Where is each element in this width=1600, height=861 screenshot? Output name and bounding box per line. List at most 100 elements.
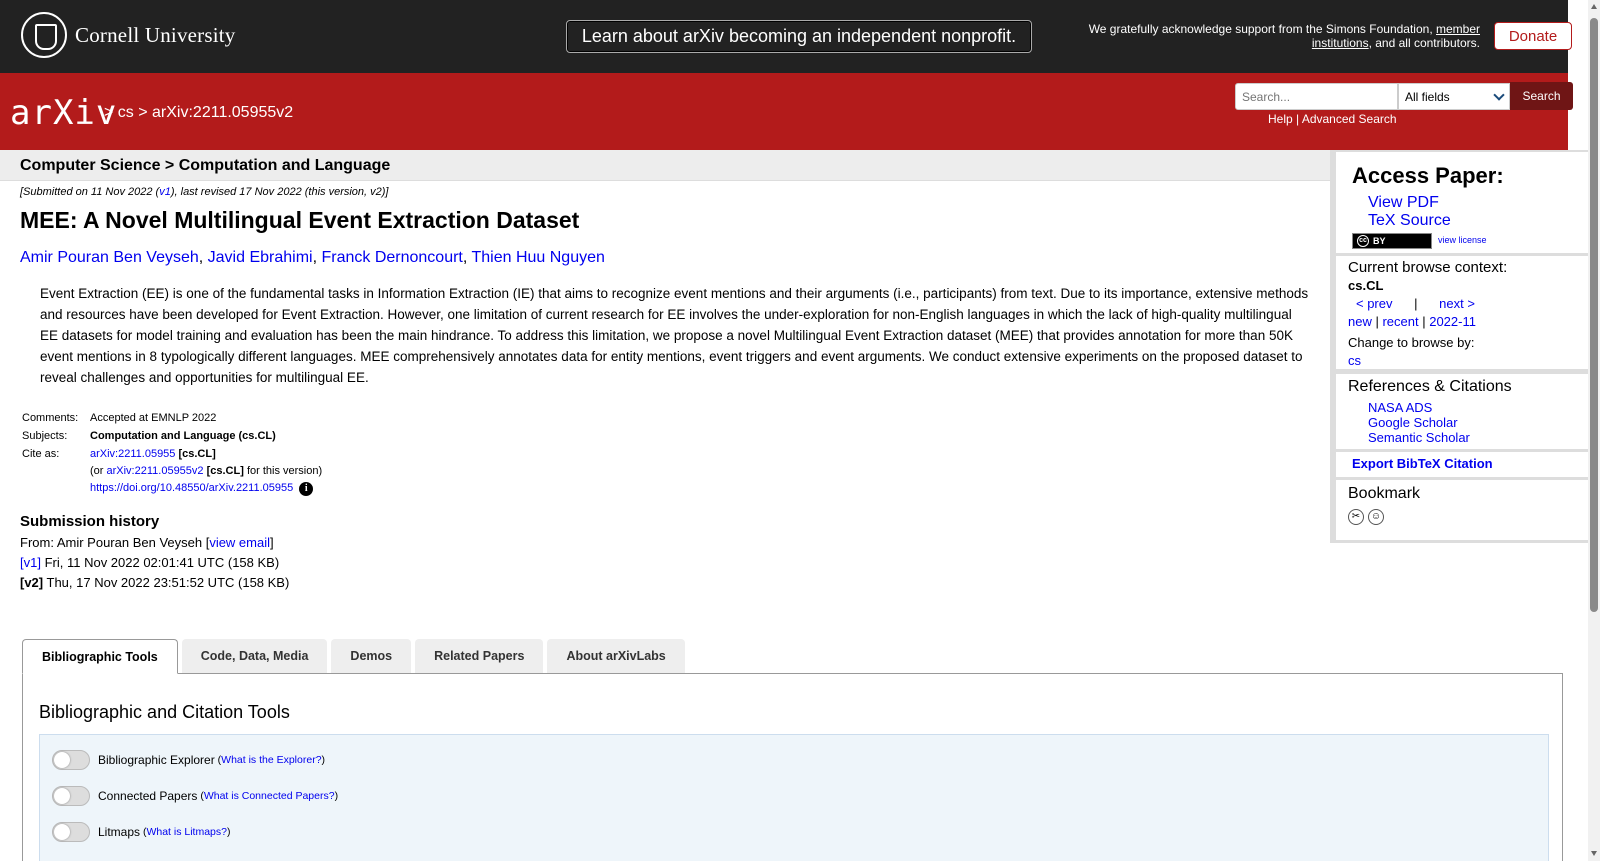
cite-id-link[interactable]: arXiv:2211.05955 [90, 448, 175, 460]
abstract: Event Extraction (EE) is one of the fund… [40, 286, 1309, 385]
breadcrumb-paper: arXiv:2211.05955v2 [152, 104, 294, 121]
references-section: References & Citations NASA ADS Google S… [1336, 374, 1588, 449]
help-links: Help | Advanced Search [1268, 112, 1397, 126]
bibliographic-explorer-toggle[interactable] [52, 750, 90, 770]
nonprofit-banner-button[interactable]: Learn about arXiv becoming an independen… [566, 20, 1032, 53]
browse-context-value: cs.CL [1348, 278, 1384, 293]
bookmark-section: Bookmark ✂ ☺ [1336, 480, 1588, 540]
bibsonomy-icon[interactable]: ✂ [1348, 509, 1364, 525]
recent-link[interactable]: recent [1382, 314, 1418, 329]
subject-heading: Computer Science > Computation and Langu… [20, 157, 391, 174]
advanced-search-link[interactable]: Advanced Search [1302, 112, 1397, 126]
help-link[interactable]: Help [1268, 112, 1293, 126]
cc-symbol: cc [1357, 235, 1369, 247]
access-paper-heading: Access Paper: [1352, 163, 1504, 188]
browse-context-section: Current browse context: cs.CL < prev | n… [1336, 256, 1588, 369]
tab-bibliographic-tools[interactable]: Bibliographic Tools [22, 639, 178, 674]
browse-cs-link[interactable]: cs [1348, 353, 1361, 368]
export-section: Export BibTeX Citation [1336, 452, 1588, 477]
search-input[interactable] [1235, 83, 1398, 110]
subject-bar: Computer Science > Computation and Langu… [0, 150, 1330, 181]
panel-heading: Bibliographic and Citation Tools [39, 702, 290, 722]
dateline: [Submitted on 11 Nov 2022 (v1), last rev… [20, 186, 389, 198]
author-link[interactable]: Franck Dernoncourt [321, 249, 462, 266]
tab-panel: Bibliographic and Citation Tools Bibliog… [22, 673, 1563, 861]
bookmark-heading: Bookmark [1348, 485, 1421, 502]
access-paper-section: Access Paper: View PDF TeX Source cc BY … [1336, 152, 1588, 253]
google-scholar-link[interactable]: Google Scholar [1368, 415, 1458, 430]
export-bibtex-link[interactable]: Export BibTeX Citation [1352, 456, 1493, 471]
arxiv-logo[interactable]: arXiv [10, 93, 117, 133]
tab-code-data-media[interactable]: Code, Data, Media [181, 639, 328, 673]
version-v2: [v2] Thu, 17 Nov 2022 23:51:52 UTC (158 … [20, 575, 290, 590]
connected-papers-toggle[interactable] [52, 786, 90, 806]
list-item: Litmaps (What is Litmaps?) [52, 822, 230, 842]
tab-related-papers[interactable]: Related Papers [415, 639, 544, 673]
next-link[interactable]: next > [1439, 296, 1475, 311]
browse-list-links: new | recent | 2022-11 [1348, 314, 1476, 329]
author-list: Amir Pouran Ben Veyseh, Javid Ebrahimi, … [20, 249, 605, 266]
tools-box: Bibliographic Explorer (What is the Expl… [39, 734, 1549, 861]
author-link[interactable]: Javid Ebrahimi [208, 249, 313, 266]
cornell-seal-icon [21, 12, 67, 58]
chevron-down-icon [1493, 88, 1505, 101]
browse-context-heading: Current browse context: [1348, 259, 1508, 276]
table-row: Subjects: Computation and Language (cs.C… [20, 427, 324, 445]
support-text: We gratefully acknowledge support from t… [1088, 22, 1480, 50]
scroll-up-arrow-icon[interactable] [1591, 4, 1597, 9]
cite-version-link[interactable]: arXiv:2211.05955v2 [107, 465, 204, 477]
info-icon[interactable]: i [299, 482, 314, 496]
what-is-litmaps-link[interactable]: What is Litmaps? [146, 826, 227, 838]
submission-history: Submission history From: Amir Pouran Ben… [20, 513, 1320, 590]
paper-main: [Submitted on 11 Nov 2022 (v1), last rev… [20, 186, 1320, 590]
cornell-name: Cornell University [75, 22, 236, 47]
list-item: Bibliographic Explorer (What is the Expl… [52, 750, 325, 770]
v1-version-link[interactable]: [v1] [20, 555, 41, 570]
view-email-link[interactable]: view email [209, 535, 270, 550]
view-license-link[interactable]: view license [1438, 235, 1487, 245]
page-scrollbar[interactable] [1588, 0, 1600, 861]
prev-link[interactable]: < prev [1356, 296, 1393, 311]
table-row: Comments: Accepted at EMNLP 2022 [20, 409, 324, 427]
what-is-explorer-link[interactable]: What is the Explorer? [221, 754, 321, 766]
new-link[interactable]: new [1348, 314, 1372, 329]
tab-demos[interactable]: Demos [331, 639, 412, 673]
v1-link[interactable]: v1 [159, 186, 171, 198]
comments-value: Accepted at EMNLP 2022 [90, 412, 217, 424]
search-field-select[interactable]: All fields [1398, 83, 1510, 110]
scrollbar-thumb[interactable] [1590, 18, 1598, 612]
author-link[interactable]: Thien Huu Nguyen [471, 249, 604, 266]
submission-history-heading: Submission history [20, 513, 160, 530]
scroll-down-arrow-icon[interactable] [1591, 851, 1597, 856]
semantic-scholar-link[interactable]: Semantic Scholar [1368, 430, 1470, 445]
browse-nav: < prev | next > [1356, 296, 1475, 311]
cc-by-license-icon[interactable]: cc BY [1352, 233, 1432, 249]
cornell-logo[interactable]: Cornell University [21, 12, 236, 58]
nasa-ads-link[interactable]: NASA ADS [1368, 400, 1432, 415]
tab-about-arxivlabs[interactable]: About arXivLabs [547, 639, 685, 673]
version-v1: [v1] Fri, 11 Nov 2022 02:01:41 UTC (158 … [20, 555, 280, 570]
reddit-icon[interactable]: ☺ [1368, 509, 1384, 525]
search-button[interactable]: Search [1510, 82, 1573, 110]
references-list: NASA ADS Google Scholar Semantic Scholar [1368, 400, 1588, 445]
tex-source-link[interactable]: TeX Source [1368, 212, 1451, 230]
litmaps-toggle[interactable] [52, 822, 90, 842]
donate-button[interactable]: Donate [1494, 22, 1572, 50]
month-link[interactable]: 2022-11 [1429, 314, 1476, 329]
change-browse-label: Change to browse by: [1348, 335, 1475, 350]
doi-link[interactable]: https://doi.org/10.48550/arXiv.2211.0595… [90, 482, 293, 494]
breadcrumb: > cs > arXiv:2211.05955v2 [104, 104, 294, 121]
paper-title: MEE: A Novel Multilingual Event Extracti… [20, 207, 580, 233]
top-banner: Cornell University Learn about arXiv bec… [0, 0, 1572, 73]
what-is-connected-papers-link[interactable]: What is Connected Papers? [204, 790, 335, 802]
references-heading: References & Citations [1348, 378, 1512, 395]
author-link[interactable]: Amir Pouran Ben Veyseh [20, 249, 199, 266]
breadcrumb-cs[interactable]: cs [118, 104, 134, 121]
list-item: Connected Papers (What is Connected Pape… [52, 786, 338, 806]
table-row: Cite as: arXiv:2211.05955 [cs.CL] (or ar… [20, 445, 324, 499]
metadata-table: Comments: Accepted at EMNLP 2022 Subject… [20, 409, 324, 499]
subjects-value: Computation and Language (cs.CL) [90, 430, 276, 442]
labs-tabs: Bibliographic Tools Code, Data, Media De… [22, 639, 685, 674]
view-pdf-link[interactable]: View PDF [1368, 194, 1439, 212]
cite-as: arXiv:2211.05955 [cs.CL] (or arXiv:2211.… [90, 448, 323, 496]
